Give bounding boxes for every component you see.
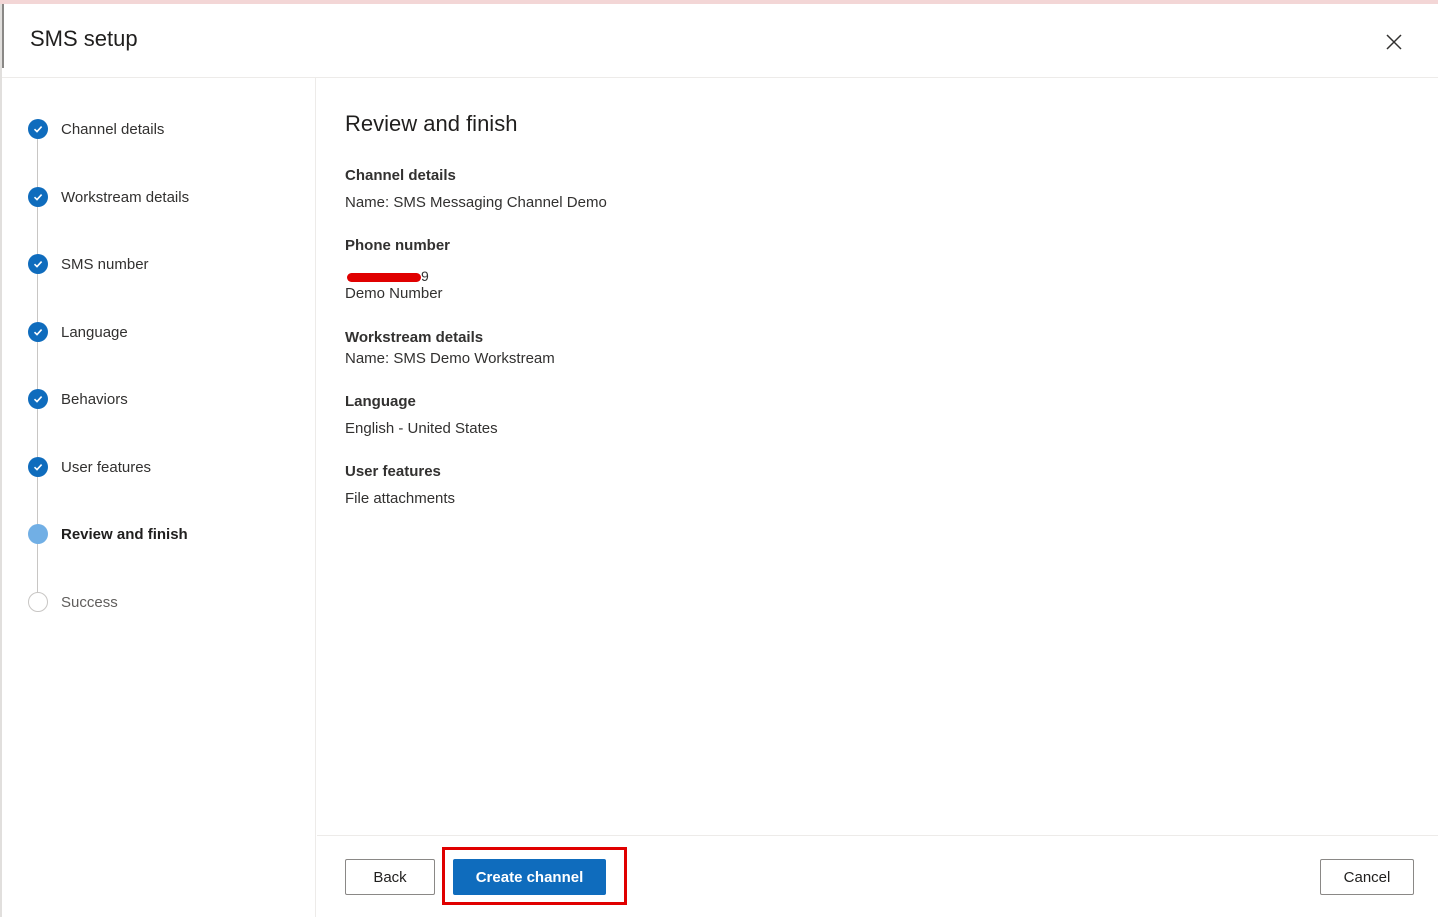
panel-title: Review and finish bbox=[345, 111, 518, 136]
phone-number-heading: Phone number bbox=[345, 237, 451, 254]
steps-sidebar: Channel details Workstream details SMS n… bbox=[2, 78, 316, 917]
dialog-footer: Back Create channel Cancel bbox=[317, 835, 1438, 917]
cancel-button[interactable]: Cancel bbox=[1320, 859, 1414, 895]
review-panel: Review and finish Channel details Name: … bbox=[317, 78, 1438, 835]
step-label: Workstream details bbox=[61, 188, 190, 206]
checkmark-icon bbox=[28, 119, 48, 139]
checkmark-icon bbox=[28, 457, 48, 477]
step-label: Behaviors bbox=[61, 390, 128, 408]
pending-step-icon bbox=[28, 592, 48, 612]
step-success: Success bbox=[28, 590, 118, 614]
step-label: Language bbox=[61, 323, 128, 341]
language-heading: Language bbox=[345, 393, 416, 410]
sms-setup-dialog: SMS setup Channel details Workstream det… bbox=[0, 4, 1438, 917]
create-channel-button[interactable]: Create channel bbox=[453, 859, 606, 895]
phone-number-tail: 9 bbox=[421, 268, 429, 284]
step-user-features[interactable]: User features bbox=[28, 455, 151, 479]
checkmark-icon bbox=[28, 389, 48, 409]
step-channel-details[interactable]: Channel details bbox=[28, 117, 164, 141]
workstream-details-value: Name: SMS Demo Workstream bbox=[345, 350, 555, 367]
phone-number-redacted: 9 bbox=[345, 268, 435, 286]
step-workstream-details[interactable]: Workstream details bbox=[28, 185, 189, 209]
dialog-header: SMS setup bbox=[2, 4, 1438, 78]
step-label: User features bbox=[61, 458, 152, 476]
close-button[interactable] bbox=[1380, 28, 1408, 56]
step-label: SMS number bbox=[61, 255, 149, 273]
back-button[interactable]: Back bbox=[345, 859, 435, 895]
channel-details-value: Name: SMS Messaging Channel Demo bbox=[345, 194, 607, 211]
step-label: Success bbox=[61, 593, 118, 611]
checkmark-icon bbox=[28, 187, 48, 207]
step-review-and-finish[interactable]: Review and finish bbox=[28, 522, 188, 546]
step-label: Review and finish bbox=[61, 525, 188, 543]
language-value: English - United States bbox=[345, 420, 498, 437]
step-sms-number[interactable]: SMS number bbox=[28, 252, 149, 276]
workstream-details-heading: Workstream details bbox=[345, 329, 484, 346]
close-icon bbox=[1386, 34, 1402, 50]
step-behaviors[interactable]: Behaviors bbox=[28, 387, 128, 411]
channel-details-heading: Channel details bbox=[345, 167, 456, 184]
step-language[interactable]: Language bbox=[28, 320, 128, 344]
user-features-value: File attachments bbox=[345, 490, 456, 507]
phone-number-value: Demo Number bbox=[345, 285, 443, 302]
checkmark-icon bbox=[28, 322, 48, 342]
user-features-heading: User features bbox=[345, 463, 441, 480]
checkmark-icon bbox=[28, 254, 48, 274]
step-label: Channel details bbox=[61, 120, 165, 138]
redaction-mark bbox=[347, 273, 421, 282]
header-accent-bar bbox=[2, 4, 4, 68]
dialog-title: SMS setup bbox=[30, 26, 138, 51]
current-step-icon bbox=[28, 524, 48, 544]
